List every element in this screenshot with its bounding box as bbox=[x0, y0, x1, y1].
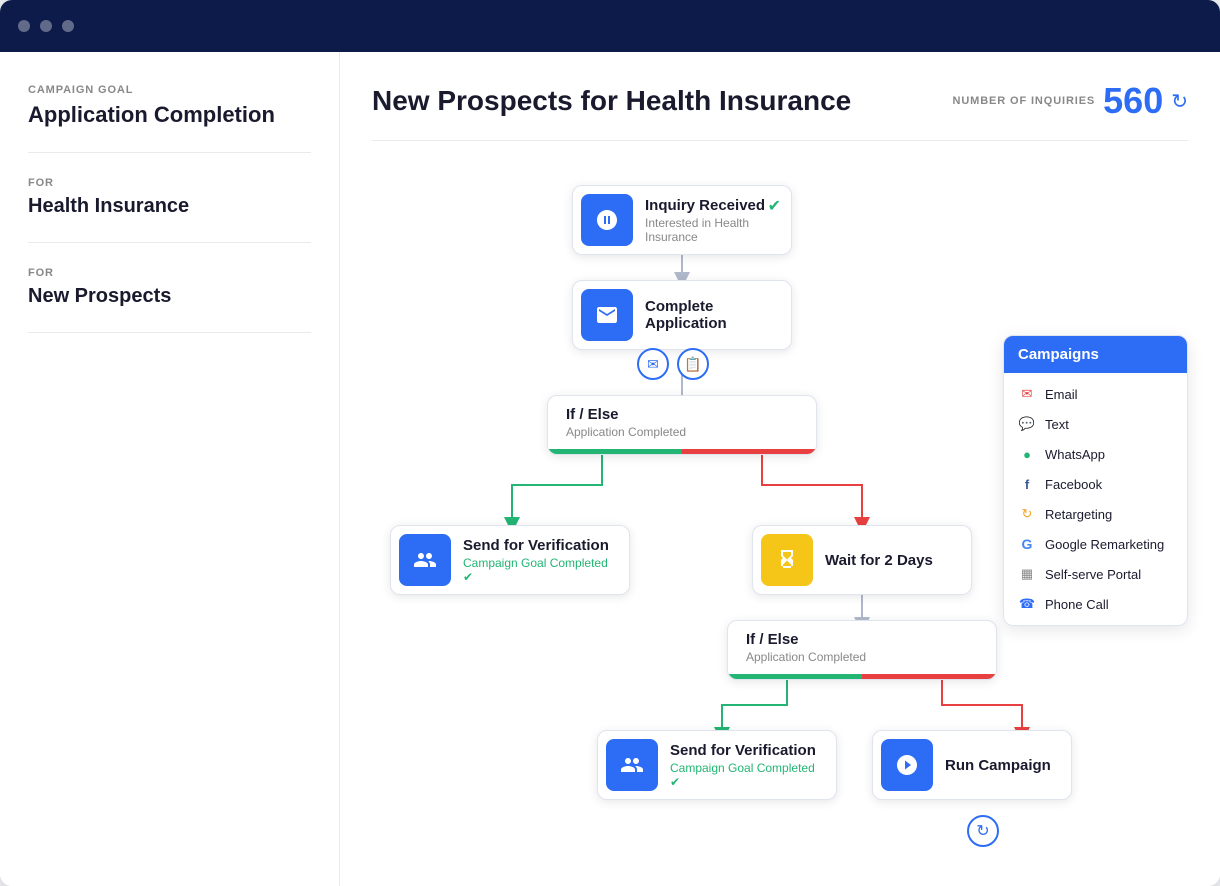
campaign-item-facebook[interactable]: f Facebook bbox=[1004, 469, 1187, 499]
campaign-item-retargeting[interactable]: ↻ Retargeting bbox=[1004, 499, 1187, 529]
sidebar: CAMPAIGN GOAL Application Completion FOR… bbox=[0, 52, 340, 886]
refresh-icon[interactable]: ↻ bbox=[1171, 89, 1188, 114]
node-complete-application[interactable]: Complete Application bbox=[572, 280, 792, 350]
ifelse1-title: If / Else bbox=[566, 406, 798, 423]
action-form-btn[interactable]: 📋 bbox=[677, 348, 709, 380]
retarget-label: Retargeting bbox=[1045, 507, 1112, 522]
wait-body: Wait for 2 Days bbox=[821, 544, 947, 577]
ifelse1-green-seg bbox=[548, 449, 682, 454]
flow-diagram: Inquiry Received Interested in Health In… bbox=[372, 165, 1188, 863]
sidebar-campaign-goal: CAMPAIGN GOAL Application Completion bbox=[28, 84, 311, 153]
cycle-icon[interactable]: ↻ bbox=[967, 815, 999, 847]
phone-label: Phone Call bbox=[1045, 597, 1109, 612]
dot-3 bbox=[62, 20, 74, 32]
campaigns-panel: Campaigns ✉ Email 💬 Text ● WhatsApp bbox=[1003, 335, 1188, 626]
run-campaign-body: Run Campaign bbox=[941, 749, 1065, 782]
run-campaign-title: Run Campaign bbox=[945, 757, 1051, 774]
inquiries-count: 560 bbox=[1103, 80, 1163, 122]
ifelse2-header: If / Else Application Completed bbox=[728, 621, 996, 674]
node-verify-2[interactable]: Send for Verification Campaign Goal Comp… bbox=[597, 730, 837, 800]
dot-1 bbox=[18, 20, 30, 32]
for-health-value: Health Insurance bbox=[28, 195, 311, 218]
for-prospects-value: New Prospects bbox=[28, 285, 311, 308]
email-icon: ✉ bbox=[1018, 385, 1036, 403]
canvas-header: New Prospects for Health Insurance NUMBE… bbox=[372, 80, 1188, 141]
campaign-goal-label: CAMPAIGN GOAL bbox=[28, 84, 311, 96]
app-window: CAMPAIGN GOAL Application Completion FOR… bbox=[0, 0, 1220, 886]
facebook-icon: f bbox=[1018, 475, 1036, 493]
ifelse1-subtitle: Application Completed bbox=[566, 425, 798, 445]
whatsapp-icon: ● bbox=[1018, 445, 1036, 463]
campaign-item-phone[interactable]: ☎ Phone Call bbox=[1004, 589, 1187, 619]
verify2-title: Send for Verification bbox=[670, 742, 822, 759]
verify1-check-icon: ✔ bbox=[463, 570, 473, 584]
window-controls bbox=[18, 20, 74, 32]
text-icon: 💬 bbox=[1018, 415, 1036, 433]
inquiry-icon bbox=[581, 194, 633, 246]
node-verify-1[interactable]: Send for Verification Campaign Goal Comp… bbox=[390, 525, 630, 595]
campaign-item-text[interactable]: 💬 Text bbox=[1004, 409, 1187, 439]
phone-icon: ☎ bbox=[1018, 595, 1036, 613]
facebook-label: Facebook bbox=[1045, 477, 1102, 492]
verify1-body: Send for Verification Campaign Goal Comp… bbox=[459, 529, 629, 592]
node-complete-app-actions: ✉ 📋 bbox=[637, 348, 709, 380]
node-ifelse-1[interactable]: If / Else Application Completed bbox=[547, 395, 817, 455]
campaigns-list: ✉ Email 💬 Text ● WhatsApp f bbox=[1004, 373, 1187, 625]
ifelse2-bar bbox=[728, 674, 996, 679]
inquiry-subtitle: Interested in Health Insurance bbox=[645, 216, 777, 244]
main-content: CAMPAIGN GOAL Application Completion FOR… bbox=[0, 52, 1220, 886]
node-run-campaign[interactable]: Run Campaign bbox=[872, 730, 1072, 800]
google-icon: G bbox=[1018, 535, 1036, 553]
node-wait[interactable]: Wait for 2 Days bbox=[752, 525, 972, 595]
wait-icon bbox=[761, 534, 813, 586]
inquiries-label: NUMBER OF INQUIRIES bbox=[953, 95, 1096, 107]
google-label: Google Remarketing bbox=[1045, 537, 1164, 552]
text-label: Text bbox=[1045, 417, 1069, 432]
dot-2 bbox=[40, 20, 52, 32]
verify2-subtitle: Campaign Goal Completed ✔ bbox=[670, 761, 822, 789]
inquiry-title: Inquiry Received bbox=[645, 197, 777, 214]
ifelse2-title: If / Else bbox=[746, 631, 978, 648]
campaigns-header: Campaigns bbox=[1004, 336, 1187, 373]
campaign-item-google[interactable]: G Google Remarketing bbox=[1004, 529, 1187, 559]
verify1-title: Send for Verification bbox=[463, 537, 615, 554]
canvas: New Prospects for Health Insurance NUMBE… bbox=[340, 52, 1220, 886]
sidebar-new-prospects: FOR New Prospects bbox=[28, 243, 311, 333]
inquiries-section: NUMBER OF INQUIRIES 560 ↻ bbox=[953, 80, 1188, 122]
canvas-title: New Prospects for Health Insurance bbox=[372, 85, 851, 117]
campaign-item-email[interactable]: ✉ Email bbox=[1004, 379, 1187, 409]
sidebar-health-insurance: FOR Health Insurance bbox=[28, 153, 311, 243]
node-inquiry-received[interactable]: Inquiry Received Interested in Health In… bbox=[572, 185, 792, 255]
complete-app-title: Complete Application bbox=[645, 298, 777, 332]
portal-label: Self-serve Portal bbox=[1045, 567, 1141, 582]
ifelse1-red-seg bbox=[682, 449, 816, 454]
ifelse1-header: If / Else Application Completed bbox=[548, 396, 816, 449]
node-ifelse-2[interactable]: If / Else Application Completed bbox=[727, 620, 997, 680]
complete-app-body: Complete Application bbox=[641, 290, 791, 340]
campaign-goal-value: Application Completion bbox=[28, 102, 311, 128]
verify2-body: Send for Verification Campaign Goal Comp… bbox=[666, 734, 836, 797]
ifelse2-green-seg bbox=[728, 674, 862, 679]
ifelse2-subtitle: Application Completed bbox=[746, 650, 978, 670]
verify1-icon bbox=[399, 534, 451, 586]
titlebar bbox=[0, 0, 1220, 52]
email-label: Email bbox=[1045, 387, 1078, 402]
campaign-item-whatsapp[interactable]: ● WhatsApp bbox=[1004, 439, 1187, 469]
verify2-icon bbox=[606, 739, 658, 791]
ifelse1-bar bbox=[548, 449, 816, 454]
run-campaign-icon bbox=[881, 739, 933, 791]
verify1-subtitle: Campaign Goal Completed ✔ bbox=[463, 556, 615, 584]
portal-icon: ▦ bbox=[1018, 565, 1036, 583]
verified-check-icon: ✔ bbox=[768, 196, 781, 216]
action-email-btn[interactable]: ✉ bbox=[637, 348, 669, 380]
wait-title: Wait for 2 Days bbox=[825, 552, 933, 569]
for-prospects-label: FOR bbox=[28, 267, 311, 279]
whatsapp-label: WhatsApp bbox=[1045, 447, 1105, 462]
complete-app-icon bbox=[581, 289, 633, 341]
verify2-check-icon: ✔ bbox=[670, 775, 680, 789]
for-health-label: FOR bbox=[28, 177, 311, 189]
ifelse2-red-seg bbox=[862, 674, 996, 679]
retarget-icon: ↻ bbox=[1018, 505, 1036, 523]
campaign-item-portal[interactable]: ▦ Self-serve Portal bbox=[1004, 559, 1187, 589]
